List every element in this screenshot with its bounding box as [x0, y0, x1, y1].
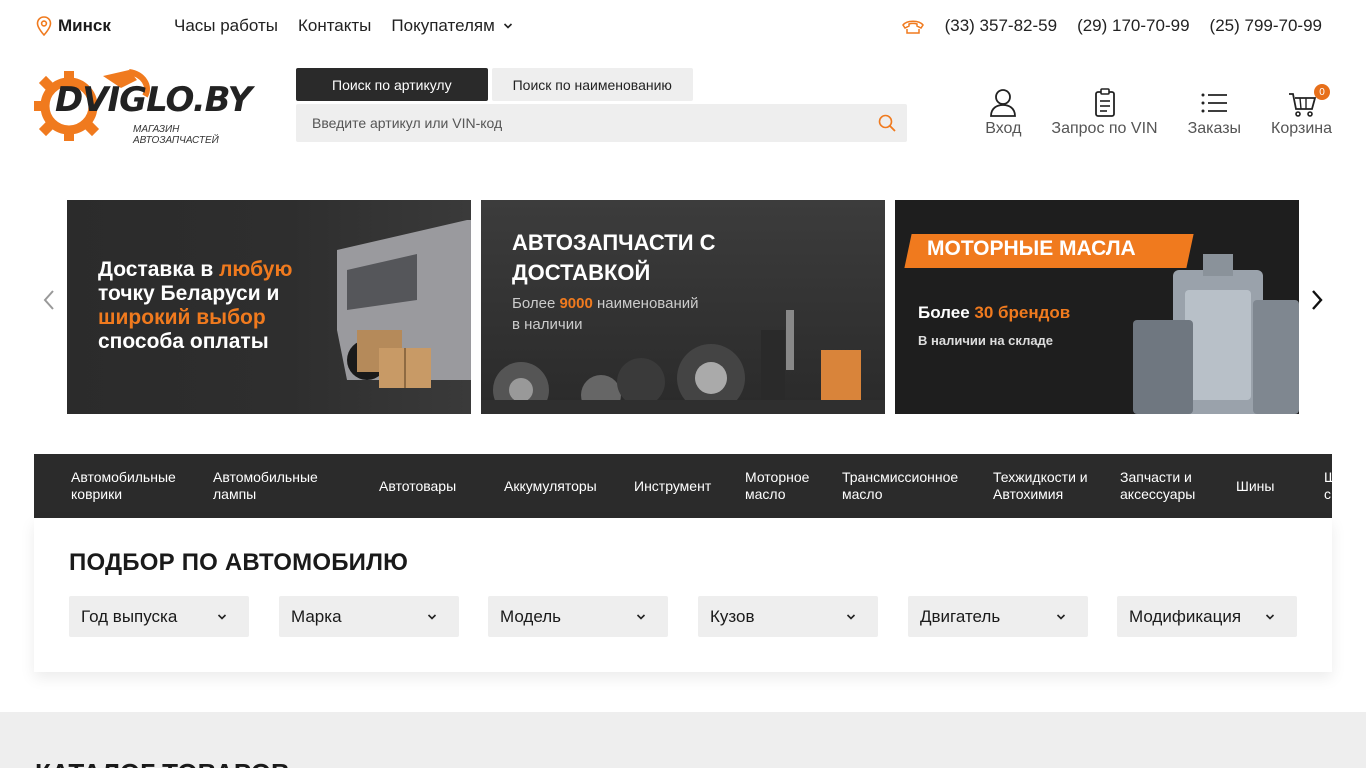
banner-text-line: Более [918, 303, 975, 322]
banner-delivery-text: Доставка в любую точку Беларуси и широки… [98, 258, 292, 354]
category-link[interactable]: Трансмиссионное масло [842, 454, 977, 518]
select-label: Год выпуска [81, 606, 178, 626]
site-logo[interactable]: DVIGLO.BY МАГАЗИН АВТОЗАПЧАСТЕЙ [33, 68, 252, 146]
chevron-down-icon [503, 23, 512, 29]
category-link[interactable]: Запчасти и аксессуары [1120, 454, 1230, 518]
banner-autoparts-title: АВТОЗАПЧАСТИ С ДОСТАВКОЙ [512, 228, 716, 288]
vin-request-button[interactable]: Запрос по VIN [1051, 88, 1158, 138]
chevron-down-icon [1265, 614, 1275, 620]
banner-motor-oils[interactable]: МОТОРНЫЕ МАСЛА Более 30 брендов В наличи… [895, 200, 1299, 414]
cart-icon [1288, 93, 1316, 117]
category-nav: Автомобильные коврики Автомобильные ламп… [34, 454, 1332, 518]
category-link[interactable]: Шины [1236, 454, 1296, 518]
cart-label: Корзина [1271, 120, 1332, 137]
search-input[interactable] [296, 104, 856, 142]
banner-text-line: наименований [592, 295, 699, 312]
search-box [296, 104, 907, 142]
banner-text-line: точку Беларуси и [98, 282, 280, 305]
phone-icon [901, 20, 924, 34]
category-link[interactable]: Инструмент [634, 454, 734, 518]
tab-search-by-name[interactable]: Поиск по наименованию [491, 68, 693, 101]
banner-carousel: Доставка в любую точку Беларуси и широки… [0, 200, 1366, 414]
search-icon[interactable] [877, 113, 897, 133]
banner-text-highlight: 30 брендов [974, 303, 1071, 322]
category-link[interactable]: Техжидкости и Автохимия [993, 454, 1093, 518]
nav-hours-link[interactable]: Часы работы [174, 16, 278, 36]
vin-request-label: Запрос по VIN [1051, 120, 1158, 137]
city-name: Минск [58, 16, 111, 35]
oil-banner-subtitle: Более 30 брендов [918, 303, 1070, 323]
phone-number[interactable]: (33) 357-82-59 [945, 16, 1057, 36]
chevron-down-icon [217, 614, 227, 620]
logo-wordmark: DVIGLO.BY [55, 80, 252, 120]
category-link[interactable]: Аккумуляторы [504, 454, 614, 518]
engine-select[interactable]: Двигатель [908, 596, 1088, 637]
nav-contacts-link[interactable]: Контакты [298, 16, 371, 36]
orders-label: Заказы [1187, 120, 1242, 137]
chevron-down-icon [846, 614, 856, 620]
category-link[interactable]: Автомобильные коврики [71, 454, 201, 518]
login-button[interactable]: Вход [985, 88, 1021, 138]
nav-buyers-dropdown[interactable]: Покупателям [391, 16, 512, 36]
banner-text-highlight: широкий выбор [98, 306, 266, 329]
oil-banner-title: МОТОРНЫЕ МАСЛА [927, 237, 1136, 260]
brand-select[interactable]: Марка [279, 596, 459, 637]
banner-delivery[interactable]: Доставка в любую точку Беларуси и широки… [67, 200, 471, 414]
select-label: Двигатель [920, 606, 1001, 626]
list-icon [1201, 93, 1228, 113]
van-illustration [337, 220, 471, 388]
tab-search-by-article[interactable]: Поиск по артикулу [296, 68, 488, 101]
cart-button[interactable]: 0 Корзина [1271, 84, 1332, 138]
body-select[interactable]: Кузов [698, 596, 878, 637]
user-icon [990, 89, 1017, 117]
city-selector[interactable]: Минск [36, 16, 111, 36]
clipboard-icon [1094, 88, 1115, 117]
model-select[interactable]: Модель [488, 596, 668, 637]
select-label: Модель [500, 606, 562, 626]
banner-title-line: АВТОЗАПЧАСТИ С [512, 230, 716, 255]
category-link[interactable]: Ш с [1324, 454, 1332, 518]
logo-tagline: МАГАЗИН АВТОЗАПЧАСТЕЙ [133, 124, 219, 146]
header-actions: Вход Запрос по VIN Заказы 0 Корзина [985, 84, 1332, 138]
catalog-title: КАТАЛОГ ТОВАРОВ [35, 758, 290, 768]
nav-buyers-label: Покупателям [391, 16, 495, 35]
select-label: Кузов [710, 606, 755, 626]
top-nav: Часы работы Контакты Покупателям [174, 16, 513, 36]
banner-autoparts-subtitle: Более 9000 наименований в наличии [512, 293, 698, 335]
chevron-down-icon [427, 614, 437, 620]
catalog-section: КАТАЛОГ ТОВАРОВ [0, 712, 1366, 768]
chevron-down-icon [636, 614, 646, 620]
modification-select[interactable]: Модификация [1117, 596, 1297, 637]
banner-text-highlight: любую [219, 258, 293, 281]
banner-autoparts[interactable]: АВТОЗАПЧАСТИ С ДОСТАВКОЙ Более 9000 наим… [481, 200, 885, 414]
search-tabs: Поиск по артикулу Поиск по наименованию [296, 68, 693, 101]
carousel-next-arrow[interactable] [1305, 288, 1329, 312]
category-link[interactable]: Автомобильные лампы [213, 454, 343, 518]
cart-count-badge: 0 [1314, 84, 1330, 100]
banner-text-line: Более [512, 295, 560, 312]
top-bar: Минск Часы работы Контакты Покупателям (… [0, 0, 1366, 52]
oil-banner-note: В наличии на складе [918, 333, 1054, 348]
year-select[interactable]: Год выпуска [69, 596, 249, 637]
banner-text-line: Доставка в [98, 258, 220, 281]
car-picker: ПОДБОР ПО АВТОМОБИЛЮ Год выпуска Марка М… [34, 518, 1332, 672]
select-label: Марка [291, 606, 342, 626]
car-picker-title: ПОДБОР ПО АВТОМОБИЛЮ [69, 549, 409, 576]
category-link[interactable]: Моторное масло [745, 454, 825, 518]
banner-text-highlight: 9000 [559, 295, 593, 312]
chevron-down-icon [1056, 614, 1066, 620]
banner-title-line: ДОСТАВКОЙ [512, 260, 651, 285]
phone-list: (33) 357-82-59 (29) 170-70-99 (25) 799-7… [901, 16, 1322, 36]
carousel-prev-arrow[interactable] [38, 288, 62, 312]
orders-button[interactable]: Заказы [1188, 88, 1241, 138]
login-label: Вход [985, 120, 1022, 137]
phone-number[interactable]: (29) 170-70-99 [1077, 16, 1189, 36]
banner-text-line: способа оплаты [98, 330, 269, 353]
category-link[interactable]: Автотовары [379, 454, 489, 518]
phone-number[interactable]: (25) 799-70-99 [1210, 16, 1322, 36]
location-pin-icon [36, 16, 52, 36]
banner-text-line: в наличии [512, 316, 583, 333]
select-label: Модификация [1129, 606, 1242, 626]
